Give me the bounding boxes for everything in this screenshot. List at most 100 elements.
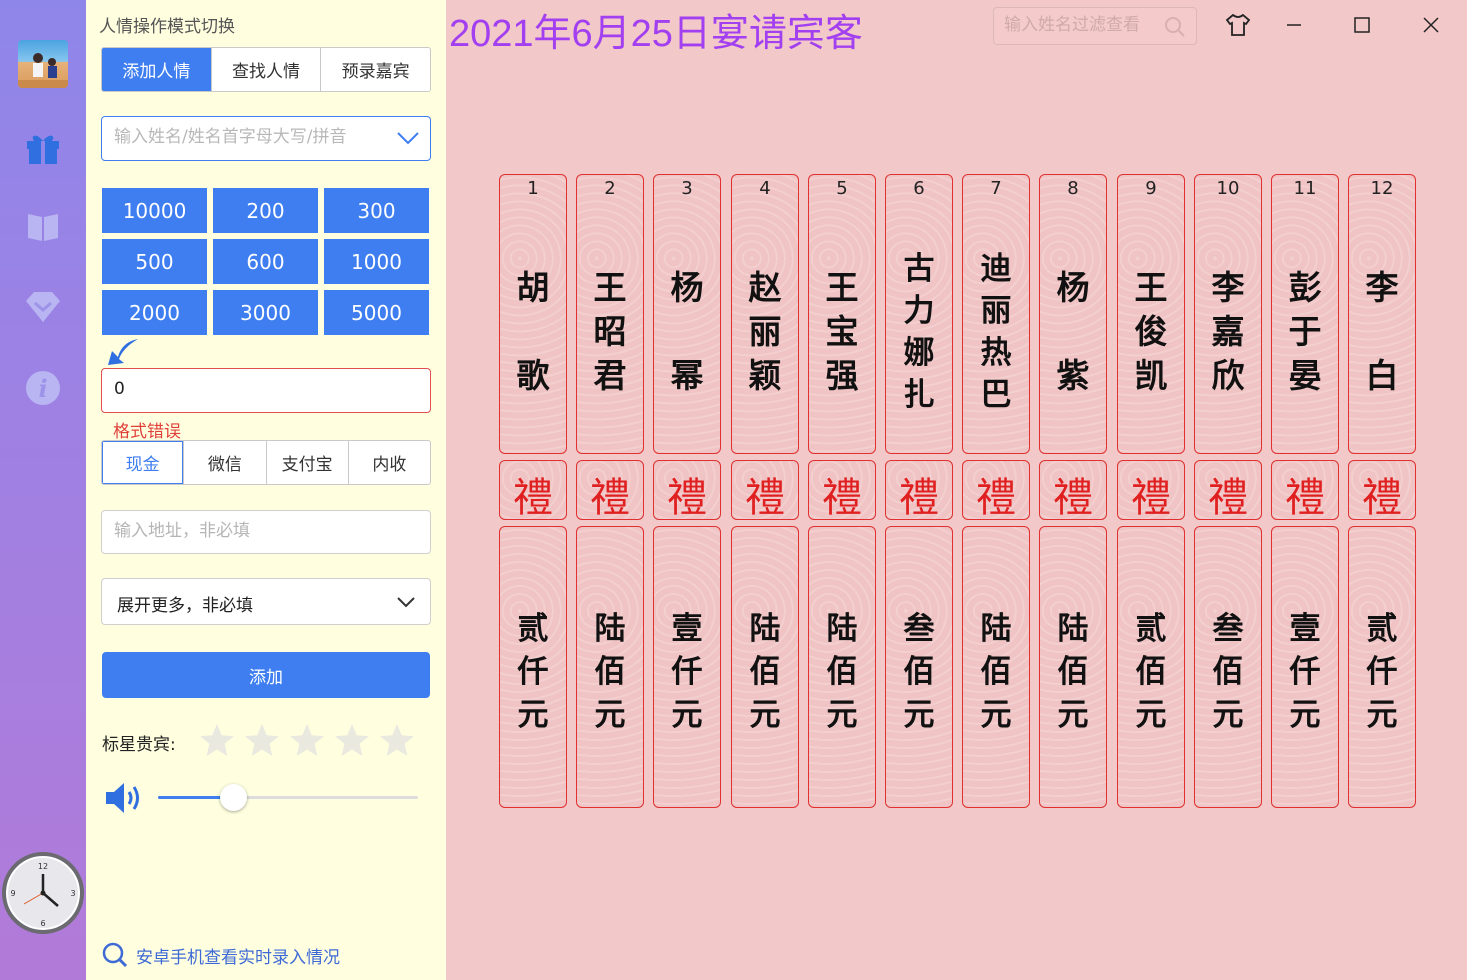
amount-preset-button[interactable]: 300	[324, 188, 429, 233]
minimize-icon[interactable]	[1277, 8, 1311, 42]
gift-amount-char: 元	[980, 697, 1012, 733]
entry-index: 3	[681, 178, 693, 199]
entry-index: 8	[1067, 178, 1079, 199]
gift-amount-char: 贰	[517, 611, 549, 647]
entry-index: 12	[1370, 178, 1394, 199]
svg-text:9: 9	[10, 889, 15, 898]
amount-preset-button[interactable]: 1000	[324, 239, 429, 284]
entry-index: 5	[836, 178, 848, 199]
page-title: 2021年6月25日宴请宾客	[449, 13, 863, 55]
gift-char: 禮	[1208, 475, 1248, 521]
tab-add-gift[interactable]: 添加人情	[102, 48, 212, 91]
gift-amount-card: 贰仟元	[1348, 526, 1416, 808]
gift-amount-char: 佰	[903, 654, 935, 690]
volume-slider-handle[interactable]	[220, 784, 248, 811]
gift-char: 禮	[513, 475, 553, 521]
gift-icon[interactable]	[22, 126, 64, 168]
name-filter-input[interactable]	[1004, 15, 1164, 35]
pay-alipay[interactable]: 支付宝	[267, 441, 349, 484]
volume-slider[interactable]	[158, 784, 418, 811]
tab-find-gift[interactable]: 查找人情	[212, 48, 322, 91]
name-filter[interactable]	[993, 7, 1197, 45]
gift-amount-char: 佰	[749, 654, 781, 690]
pay-cash[interactable]: 现金	[102, 441, 185, 484]
guest-name-char: 李	[1365, 268, 1399, 307]
avatar[interactable]	[18, 40, 68, 88]
maximize-icon[interactable]	[1345, 8, 1379, 42]
guest-name-char: 赵	[748, 268, 782, 307]
pay-wechat[interactable]: 微信	[184, 441, 267, 484]
guest-name-char: 古	[903, 251, 935, 287]
gift-amount-char: 元	[671, 697, 703, 733]
svg-text:3: 3	[70, 889, 75, 898]
guest-name-card: 3 杨幂	[653, 174, 721, 454]
gift-amount-card: 叁佰元	[885, 526, 953, 808]
guest-name-card: 7 迪丽热巴	[962, 174, 1030, 454]
guest-name-char: 晏	[1288, 356, 1322, 395]
amount-preset-button[interactable]: 600	[213, 239, 318, 284]
star-icon[interactable]	[288, 722, 326, 758]
skin-icon[interactable]	[1221, 8, 1255, 42]
gift-seal: 禮	[808, 460, 876, 521]
chevron-down-icon[interactable]	[396, 129, 420, 147]
amount-preset-button[interactable]: 2000	[102, 290, 207, 335]
star-icon[interactable]	[243, 722, 281, 758]
guest-name-char: 王	[1134, 268, 1168, 307]
volume-icon[interactable]	[104, 780, 144, 816]
gift-char: 禮	[1131, 475, 1171, 521]
gift-amount-card: 陆佰元	[962, 526, 1030, 808]
payment-method-switch: 现金 微信 支付宝 内收	[101, 440, 431, 485]
diamond-icon[interactable]	[22, 286, 64, 328]
amount-input[interactable]	[114, 379, 414, 399]
gift-amount-char: 陆	[1057, 611, 1089, 647]
name-input[interactable]	[114, 127, 384, 147]
more-options-dropdown[interactable]: 展开更多，非必填	[101, 578, 431, 625]
gift-amount-card: 壹仟元	[653, 526, 721, 808]
gift-amount-char: 陆	[980, 611, 1012, 647]
gift-amount-char: 元	[517, 697, 549, 733]
gift-amount-char: 佰	[1212, 654, 1244, 690]
guest-name-char: 迪	[980, 251, 1012, 287]
svg-text:6: 6	[40, 919, 45, 928]
entry-index: 1	[527, 178, 539, 199]
android-realtime-link[interactable]: 安卓手机查看实时录入情况	[102, 942, 340, 968]
gift-amount-card: 陆佰元	[731, 526, 799, 808]
book-icon[interactable]	[22, 205, 64, 247]
gift-amount-char: 元	[1366, 697, 1398, 733]
close-icon[interactable]	[1414, 8, 1448, 42]
add-button[interactable]: 添加	[102, 652, 430, 698]
amount-field[interactable]	[101, 368, 431, 413]
search-icon[interactable]	[1164, 16, 1186, 38]
amount-preset-button[interactable]: 10000	[102, 188, 207, 233]
gift-amount-char: 元	[594, 697, 626, 733]
gift-amount-char: 陆	[826, 611, 858, 647]
address-input[interactable]	[114, 521, 414, 541]
info-icon[interactable]: i	[22, 367, 64, 409]
gift-amount-char: 陆	[594, 611, 626, 647]
name-combobox[interactable]	[101, 116, 431, 161]
gift-amount-char: 元	[1135, 697, 1167, 733]
amount-preset-button[interactable]: 200	[213, 188, 318, 233]
amount-preset-button[interactable]: 500	[102, 239, 207, 284]
tab-preregister-guest[interactable]: 预录嘉宾	[321, 48, 430, 91]
star-icon[interactable]	[333, 722, 371, 758]
guest-name-card: 4 赵丽颖	[731, 174, 799, 454]
guest-name-char: 俊	[1134, 312, 1168, 351]
gift-amount-char: 叁	[1212, 611, 1244, 647]
gift-amount-char: 元	[1212, 697, 1244, 733]
gift-seal: 禮	[499, 460, 567, 521]
star-icon[interactable]	[378, 722, 416, 758]
gift-seal: 禮	[731, 460, 799, 521]
guest-name-card: 1 胡歌	[499, 174, 567, 454]
gift-char: 禮	[667, 475, 707, 521]
star-icon[interactable]	[198, 722, 236, 758]
address-field[interactable]	[101, 510, 431, 554]
entry-index: 4	[759, 178, 771, 199]
amount-preset-button[interactable]: 5000	[324, 290, 429, 335]
pay-internal[interactable]: 内收	[349, 441, 430, 484]
gift-seal: 禮	[1194, 460, 1262, 521]
icon-rail: i 12 3 6 9	[0, 0, 86, 980]
amount-preset-button[interactable]: 3000	[213, 290, 318, 335]
guest-name-char: 宝	[825, 312, 859, 351]
gift-seal: 禮	[1117, 460, 1185, 521]
